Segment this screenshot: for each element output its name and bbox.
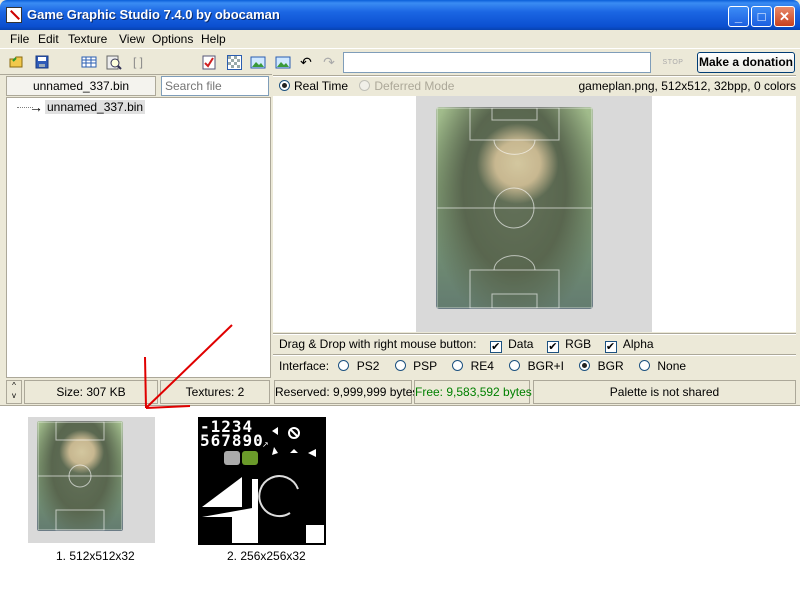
path-input[interactable] [343,52,651,73]
radio-none[interactable] [639,360,651,371]
interface-label: Interface: [279,359,330,373]
realtime-label: Real Time [294,79,349,93]
texture-spinner[interactable]: ^ v [6,380,22,404]
deferred-label: Deferred Mode [374,79,455,93]
title-bar[interactable]: Game Graphic Studio 7.4.0 by obocaman _ … [0,0,800,30]
tree-arrow-icon: → [29,99,43,115]
menu-options[interactable]: Options [152,32,193,46]
minimize-button[interactable]: _ [728,6,749,27]
undo-icon[interactable]: ↶ [297,54,315,70]
free-status: Free: 9,583,592 bytes [414,380,532,404]
checklist-icon[interactable] [200,54,218,70]
palette-status: Palette is not shared [533,380,796,404]
menu-view[interactable]: View [119,32,145,46]
separator [273,354,796,356]
search-input[interactable] [161,76,269,96]
alpha-checkbox[interactable]: ✔ [604,341,617,353]
window-title: Game Graphic Studio 7.4.0 by obocaman [27,7,280,22]
dragdrop-label: Drag & Drop with right mouse button: [279,337,477,351]
reserved-status: Reserved: 9,999,999 bytes [274,380,418,404]
rgb-label: RGB [565,337,592,351]
radio-bgr[interactable] [579,360,591,371]
import-image-icon[interactable] [274,54,292,70]
label-psp: PSP [413,359,437,373]
transparency-icon[interactable] [225,54,243,70]
thumbnail-2-image[interactable]: -1234 567890 ↗ [198,417,326,545]
textures-status: Textures: 2 [160,380,270,404]
radio-re4[interactable] [452,360,464,371]
grid-view-icon[interactable] [80,54,98,70]
texture2-sprites: ↗ [202,427,324,543]
menu-edit[interactable]: Edit [38,32,59,46]
find-texture-icon[interactable] [105,54,123,70]
separator [273,75,796,77]
label-none: None [657,359,687,373]
interface-row: Interface: PS2 PSP RE4 BGR+I BGR None [279,359,686,373]
data-checkbox[interactable]: ✔ [489,341,502,353]
file-info: gameplan.png, 512x512, 32bpp, 0 colors [578,79,797,93]
close-button[interactable]: ✕ [774,6,795,27]
menu-texture[interactable]: Texture [68,32,107,46]
render-mode-row: Real Time Deferred Mode [279,79,454,93]
thumbnail-1-caption: 1. 512x512x32 [56,549,135,563]
redo-icon[interactable]: ↷ [320,54,338,70]
file-tree[interactable]: → unnamed_337.bin [6,97,271,378]
thumbnail-1-image[interactable] [37,421,123,531]
label-ps2: PS2 [356,359,380,373]
bracket-icon[interactable]: [ ] [129,54,147,70]
label-re4: RE4 [470,359,494,373]
file-tab-button[interactable]: unnamed_337.bin [6,76,156,96]
label-bgri: BGR+I [527,359,564,373]
deferred-radio[interactable] [359,80,371,91]
alpha-label: Alpha [622,337,654,351]
image-fit-icon[interactable] [249,54,267,70]
stop-button[interactable]: STOP [655,53,691,72]
maximize-button[interactable]: □ [751,6,772,27]
label-bgr: BGR [597,359,624,373]
app-window: Game Graphic Studio 7.4.0 by obocaman _ … [0,0,800,594]
rgb-checkbox[interactable]: ✔ [546,341,559,353]
size-status: Size: 307 KB [24,380,158,404]
texture-preview-image [436,107,593,309]
radio-ps2[interactable] [338,360,350,371]
separator [273,333,796,335]
svg-text:↗: ↗ [262,440,269,449]
radio-psp[interactable] [394,360,406,371]
thumbnail-2-caption: 2. 256x256x32 [227,549,306,563]
tree-item[interactable]: unnamed_337.bin [45,100,146,114]
donate-button[interactable]: Make a donation [697,52,795,73]
dragdrop-row: Drag & Drop with right mouse button: ✔ D… [279,337,654,353]
app-icon [6,7,22,23]
menu-help[interactable]: Help [201,32,226,46]
save-icon[interactable] [33,54,51,70]
menu-bar: File Edit Texture View Options Help [0,30,800,49]
radio-bgri[interactable] [509,360,521,371]
open-folder-icon[interactable] [8,54,26,70]
realtime-radio[interactable] [279,80,290,91]
data-label: Data [508,337,534,351]
menu-file[interactable]: File [10,32,29,46]
